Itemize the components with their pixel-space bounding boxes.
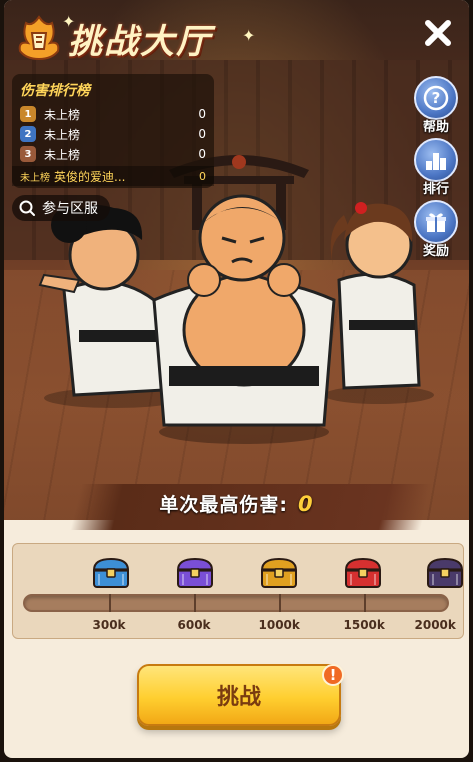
help-button[interactable]: ? 帮助 (409, 76, 463, 138)
reward-progress-panel: 300k 600k 1000k 1500k 2000k (12, 543, 464, 639)
leaderboard-name: 未上榜 (44, 127, 81, 142)
progress-tick (279, 594, 281, 612)
rank-1-badge-icon: 1 (20, 106, 36, 122)
milestone-label: 1000k (258, 618, 300, 632)
close-icon (425, 20, 451, 46)
center-fighter (152, 194, 336, 444)
my-rank-row: 未上榜 英俊的爱迪... 0 (12, 166, 214, 186)
search-icon (19, 200, 35, 216)
sparkle-icon: ✦ (62, 12, 76, 31)
leaderboard-title: 伤害排行榜 (20, 83, 90, 99)
leaderboard-name: 未上榜 (44, 107, 81, 122)
page-title: 挑战大厅 (68, 21, 212, 62)
gold-chest-icon[interactable] (259, 556, 299, 590)
progress-tick (109, 594, 111, 612)
progress-tick (364, 594, 366, 612)
rank-2-badge-icon: 2 (20, 126, 36, 142)
my-name: 英俊的爱迪... (54, 169, 126, 184)
title-bar: 挑战大厅 (16, 10, 212, 66)
challenge-hall-panel: 挑战大厅 ✦ ✦ 伤害排行榜 1 未上榜 0 2 未上榜 0 3 未上榜 0 未… (4, 0, 469, 758)
region-button-label: 参与区服 (42, 201, 98, 217)
leaderboard-row: 3 未上榜 0 (20, 144, 206, 164)
rewards-label: 奖励 (422, 244, 449, 259)
my-value: 0 (199, 169, 206, 183)
leaderboard-row: 2 未上榜 0 (20, 124, 206, 144)
my-rank-tag: 未上榜 (20, 172, 50, 184)
max-damage-value: 0 (297, 492, 314, 516)
help-icon: ? (414, 76, 458, 120)
ranking-icon (414, 138, 458, 182)
rewards-button[interactable]: 奖励 (409, 200, 463, 262)
sparkle-icon: ✦ (242, 26, 256, 45)
rank-3-badge-icon: 3 (20, 146, 36, 162)
milestone-label: 600k (177, 618, 211, 632)
max-damage-display: 单次最高伤害: 0 (4, 490, 469, 517)
gift-icon (414, 200, 458, 244)
max-damage-label: 单次最高伤害: (159, 494, 288, 516)
leaderboard-value: 0 (198, 127, 206, 141)
dark-chest-icon[interactable] (425, 556, 465, 590)
participating-servers-button[interactable]: 参与区服 (12, 195, 110, 221)
close-button[interactable] (421, 16, 455, 50)
milestone-label: 1500k (343, 618, 385, 632)
leaderboard-value: 0 (198, 107, 206, 121)
ranking-label: 排行 (422, 182, 449, 197)
flame-emblem-icon (18, 15, 60, 61)
purple-chest-icon[interactable] (175, 556, 215, 590)
leaderboard-name: 未上榜 (44, 147, 81, 162)
challenge-button[interactable]: 挑战 (137, 664, 341, 726)
ranking-button[interactable]: 排行 (409, 138, 463, 200)
alert-badge-icon: ! (322, 664, 344, 686)
svg-text:?: ? (432, 89, 441, 107)
red-chest-icon[interactable] (343, 556, 383, 590)
leaderboard-value: 0 (198, 147, 206, 161)
damage-leaderboard[interactable]: 伤害排行榜 1 未上榜 0 2 未上榜 0 3 未上榜 0 未上榜 英俊的爱迪.… (12, 74, 214, 188)
progress-tick (194, 594, 196, 612)
leaderboard-row: 1 未上榜 0 (20, 104, 206, 124)
damage-progress-bar (23, 594, 449, 612)
milestone-label: 2000k (414, 618, 456, 632)
milestone-label: 300k (92, 618, 126, 632)
blue-chest-icon[interactable] (91, 556, 131, 590)
help-label: 帮助 (422, 120, 449, 135)
